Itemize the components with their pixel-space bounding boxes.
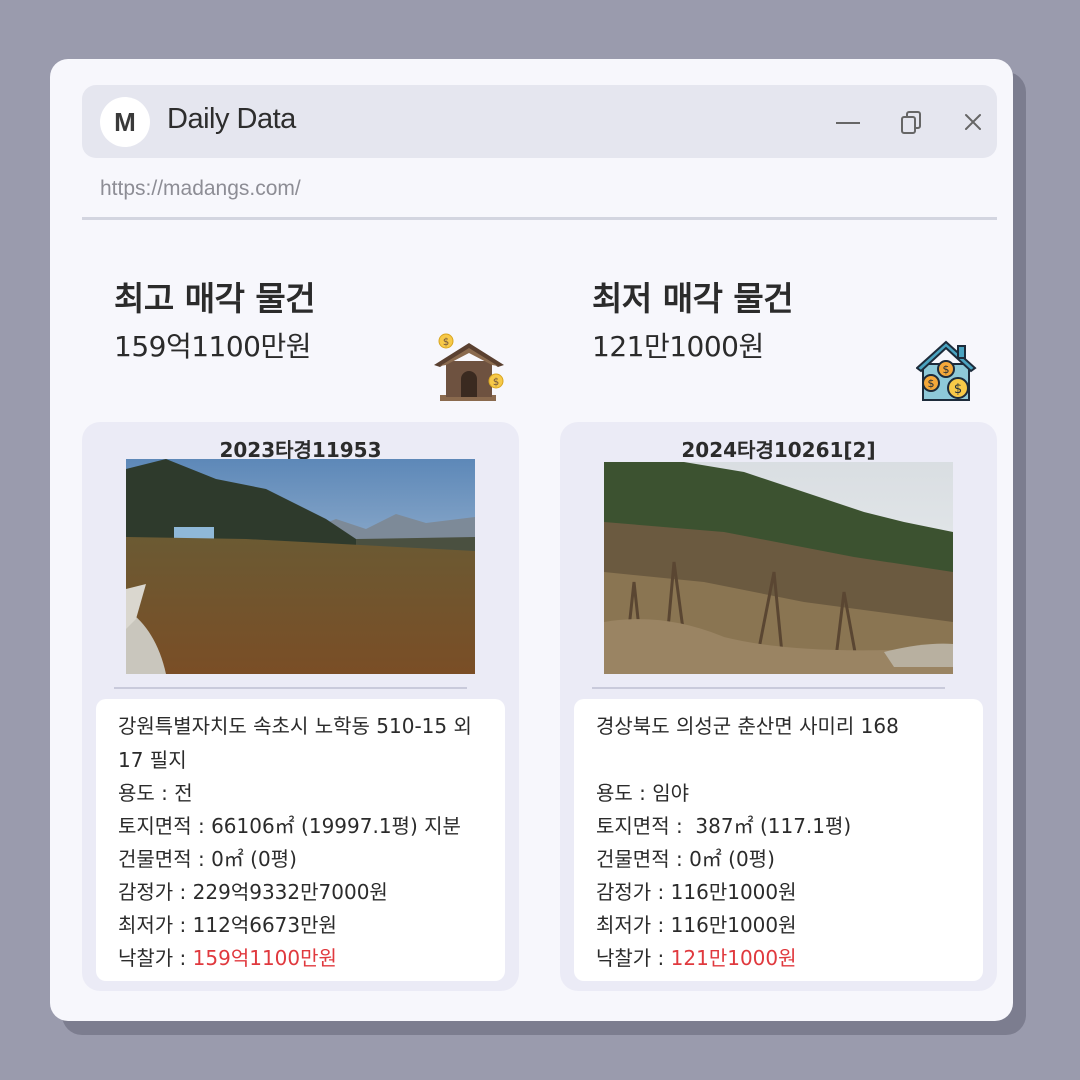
minimize-button[interactable] [834, 107, 864, 137]
forest-hillside-photo [604, 462, 953, 677]
usage-row: 용도 : 임야 [596, 781, 690, 805]
property-address: 경상북도 의성군 춘산면 사미리 168 [596, 714, 899, 738]
usage-row: 용도 : 전 [118, 781, 193, 805]
svg-text:$: $ [493, 377, 499, 388]
copy-button[interactable] [898, 107, 928, 137]
highest-heading: 최고 매각 물건 [114, 279, 316, 318]
card-divider [114, 687, 467, 689]
svg-text:$: $ [954, 382, 962, 397]
svg-text:$: $ [943, 363, 950, 376]
header-divider [82, 217, 997, 220]
blue-house-with-coins-icon: $ $ $ [915, 338, 978, 406]
highest-property-card[interactable]: 2023타경11953 강원특별자치도 속초시 노학동 510-15 외 17 … [82, 422, 519, 991]
app-logo: M [100, 97, 150, 147]
property-info: 경상북도 의성군 춘산면 사미리 168 용도 : 임야 토지면적 : 387㎡… [574, 699, 983, 981]
close-icon [965, 114, 981, 130]
land-area-row: 토지면적 : 66106㎡ (19997.1평) 지분 [118, 814, 461, 838]
minimum-price-row: 최저가 : 112억6673만원 [118, 913, 337, 937]
app-title: Daily Data [167, 103, 296, 135]
farm-field-photo [126, 459, 475, 674]
appraisal-row: 감정가 : 116만1000원 [596, 880, 797, 904]
building-area-row: 건물면적 : 0㎡ (0평) [118, 847, 297, 871]
land-area-row: 토지면적 : 387㎡ (117.1평) [596, 814, 852, 838]
property-address: 강원특별자치도 속초시 노학동 510-15 외 17 필지 [118, 714, 472, 772]
winning-bid-row: 낙찰가 : 159억1100만원 [118, 946, 337, 970]
lowest-property-card[interactable]: 2024타경10261[2] 경상북도 의성군 춘산면 사미리 168 용도:… [560, 422, 997, 991]
lowest-price: 121만1000원 [592, 330, 764, 363]
minimum-price-row: 최저가 : 116만1000원 [596, 913, 797, 937]
copy-icon [901, 111, 921, 134]
building-area-row: 건물면적 : 0㎡ (0평) [596, 847, 775, 871]
house-with-coins-icon: $ $ [432, 333, 506, 409]
app-window: M Daily Data https://madangs.com/ 최고 매각 … [50, 59, 1013, 1021]
lowest-heading: 최저 매각 물건 [592, 279, 794, 318]
card-divider [592, 687, 945, 689]
close-button[interactable] [958, 107, 988, 137]
winning-bid-value: 159억1100만원 [192, 946, 337, 970]
case-number: 2024타경10261[2] [681, 438, 876, 462]
winning-bid-value: 121만1000원 [670, 946, 797, 970]
property-info: 강원특별자치도 속초시 노학동 510-15 외 17 필지 용도 : 전 토지… [96, 699, 505, 981]
svg-text:$: $ [928, 377, 935, 390]
winning-bid-row: 낙찰가 : 121만1000원 [596, 946, 797, 970]
url-text[interactable]: https://madangs.com/ [100, 177, 301, 201]
highest-price: 159억1100만원 [114, 330, 311, 363]
appraisal-row: 감정가 : 229억9332만7000원 [118, 880, 388, 904]
svg-text:$: $ [443, 337, 449, 348]
title-bar: M Daily Data [82, 85, 997, 158]
